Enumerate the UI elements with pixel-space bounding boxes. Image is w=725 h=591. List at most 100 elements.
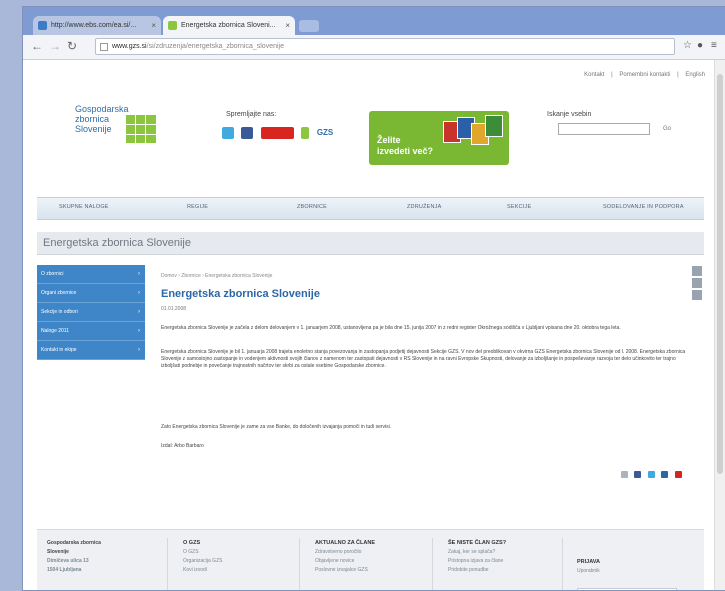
nav-item[interactable]: SKUPNE NALOGE xyxy=(59,204,109,210)
chevron-right-icon: › xyxy=(138,309,140,315)
footer: Gospodarska zbornica Slovenije Dimičeva … xyxy=(37,529,704,590)
share-icon[interactable] xyxy=(621,471,628,478)
nav-item[interactable]: ZBORNICE xyxy=(297,204,327,210)
login-heading: PRIJAVA xyxy=(577,559,601,565)
login-label: Uporabnik xyxy=(577,568,600,574)
footer-link[interactable]: Objavljene novice xyxy=(315,557,375,566)
chevron-right-icon: › xyxy=(138,328,140,334)
twitter-icon[interactable] xyxy=(222,126,234,139)
banner-line: Želite xyxy=(377,135,401,145)
menu-icon[interactable]: ≡ xyxy=(711,40,717,51)
linkedin-share-icon[interactable] xyxy=(661,471,669,478)
extension-icon[interactable]: ● xyxy=(697,40,703,51)
footer-column: O GZS O GZS Organizacija GZS Kovi izvodi xyxy=(183,539,222,575)
forward-icon[interactable]: → xyxy=(49,39,61,53)
sidebar-item-label: Organi zbornice xyxy=(41,290,77,296)
google-share-icon[interactable] xyxy=(674,471,682,478)
sidebar-item[interactable]: O zbornici › xyxy=(37,265,145,284)
footer-link[interactable]: Organizacija GZS xyxy=(183,557,222,566)
content-title: Energetska zbornica Slovenije xyxy=(161,288,320,300)
footer-link[interactable]: Pristopna izjava za člane xyxy=(448,557,506,566)
sidebar-item[interactable]: Naloge 2011 › xyxy=(37,322,145,341)
share-buttons xyxy=(619,465,682,483)
page-tools xyxy=(692,266,702,302)
star-icon[interactable]: ☆ xyxy=(683,40,692,51)
email-icon[interactable] xyxy=(692,278,702,288)
nav-item[interactable]: ZDRUŽENJA xyxy=(407,204,442,210)
scrollbar[interactable] xyxy=(714,60,725,590)
address-line: Slovenije xyxy=(47,549,69,555)
banner-line: izvedeti več? xyxy=(377,146,434,156)
link-kontakti[interactable]: Pomembni kontakti xyxy=(619,72,670,78)
logo-line: Gospodarska xyxy=(75,104,129,114)
address-line: 1504 Ljubljana xyxy=(47,567,82,573)
tab-label: Energetska zbornica Sloveni... xyxy=(181,22,276,29)
sidebar-item-label: Naloge 2011 xyxy=(41,328,69,334)
close-tab-icon[interactable]: × xyxy=(151,16,156,35)
page-title: Energetska zbornica Slovenije xyxy=(43,237,191,249)
address-line: Gospodarska zbornica xyxy=(47,540,101,546)
content-paragraph: Zato Energetska zbornica Slovenije je za… xyxy=(161,424,392,430)
gzs-icon[interactable] xyxy=(301,126,310,139)
footer-heading: AKTUALNO ZA ČLANE xyxy=(315,540,375,546)
login-box: PRIJAVA Uporabnik xyxy=(577,558,600,576)
footer-link[interactable]: Poslovne izvajalce GZS xyxy=(315,566,375,575)
footer-link[interactable]: O GZS xyxy=(183,548,222,557)
social-links: GZS xyxy=(222,124,333,139)
footer-heading: ŠE NISTE ČLAN GZS? xyxy=(448,540,507,546)
username-input[interactable] xyxy=(577,588,677,590)
breadcrumb[interactable]: Domov › Zbornice › Energetska zbornica S… xyxy=(161,273,272,279)
gzs-logo[interactable]: Gospodarska zbornica Slovenije xyxy=(75,104,129,134)
link-kontakt[interactable]: Kontakt xyxy=(584,72,604,78)
sidebar-item-label: Sekcije in odbori xyxy=(41,309,78,315)
search-button[interactable]: Go xyxy=(663,126,671,132)
nav-item[interactable]: SEKCIJE xyxy=(507,204,531,210)
gzs-label[interactable]: GZS xyxy=(317,128,333,137)
favicon-icon xyxy=(38,21,47,30)
content-paragraph: Energetska zbornica Slovenije je začela … xyxy=(161,325,621,331)
content-date: 01.01.2008 xyxy=(161,306,187,312)
nav-item[interactable]: SODELOVANJE IN PODPORA xyxy=(603,204,684,210)
logo-line: Slovenije xyxy=(75,124,112,134)
close-tab-icon[interactable]: × xyxy=(285,16,290,35)
sidebar-item[interactable]: Organi zbornice › xyxy=(37,284,145,303)
new-tab-button[interactable] xyxy=(299,20,319,32)
footer-link[interactable]: Zakaj, ker se splača? xyxy=(448,548,506,557)
link-english[interactable]: English xyxy=(685,72,705,78)
back-icon[interactable]: ← xyxy=(31,39,43,53)
nav-item[interactable]: REGIJE xyxy=(187,204,208,210)
search-input[interactable] xyxy=(558,123,650,135)
footer-link[interactable]: Zdravstveno poročilo xyxy=(315,548,375,557)
font-size-icon[interactable] xyxy=(692,290,702,300)
tab-active[interactable]: Energetska zbornica Sloveni... × xyxy=(163,16,295,35)
footer-link[interactable]: Kovi izvodi xyxy=(183,566,222,575)
tab-strip: http://www.ebs.com/ea.si/... × Energetsk… xyxy=(23,7,725,35)
favicon-icon xyxy=(168,21,177,30)
sidebar-item[interactable]: Kontakt in ekipe › xyxy=(37,341,145,360)
page-viewport: Kontakt | Pomembni kontakti | English Go… xyxy=(23,60,725,590)
facebook-share-icon[interactable] xyxy=(634,471,642,478)
facebook-icon[interactable] xyxy=(241,126,254,139)
address-bar[interactable]: www.gzs.si/si/zdruzenja/energetska_zborn… xyxy=(95,38,675,55)
main-nav: SKUPNE NALOGE REGIJE ZBORNICE ZDRUŽENJA … xyxy=(37,197,704,220)
chevron-right-icon: › xyxy=(138,347,140,353)
sidebar-menu: O zbornici › Organi zbornice › Sekcije in … xyxy=(37,265,145,360)
content-paragraph: Energetska zbornica Slovenije je bil 1. … xyxy=(161,349,686,369)
tab-inactive[interactable]: http://www.ebs.com/ea.si/... × xyxy=(33,16,161,35)
sidebar-item[interactable]: Sekcije in odbori › xyxy=(37,303,145,322)
promo-banner[interactable]: Želite izvedeti več? xyxy=(369,111,509,165)
browser-toolbar: ← → ↻ www.gzs.si/si/zdruzenja/energetska… xyxy=(23,35,725,60)
separator: | xyxy=(611,72,613,78)
footer-link[interactable]: Pridobite ponudbe xyxy=(448,566,506,575)
follow-label: Spremljajte nas: xyxy=(226,111,277,118)
browser-window: http://www.ebs.com/ea.si/... × Energetsk… xyxy=(22,6,725,591)
page-icon xyxy=(100,43,108,51)
print-icon[interactable] xyxy=(692,266,702,276)
scrollbar-thumb[interactable] xyxy=(717,74,723,474)
books-image xyxy=(443,115,503,149)
chevron-right-icon: › xyxy=(138,290,140,296)
reload-icon[interactable]: ↻ xyxy=(67,39,77,53)
search-label: Iskanje vsebin xyxy=(547,111,592,118)
youtube-icon[interactable] xyxy=(260,126,294,139)
twitter-share-icon[interactable] xyxy=(647,471,655,478)
